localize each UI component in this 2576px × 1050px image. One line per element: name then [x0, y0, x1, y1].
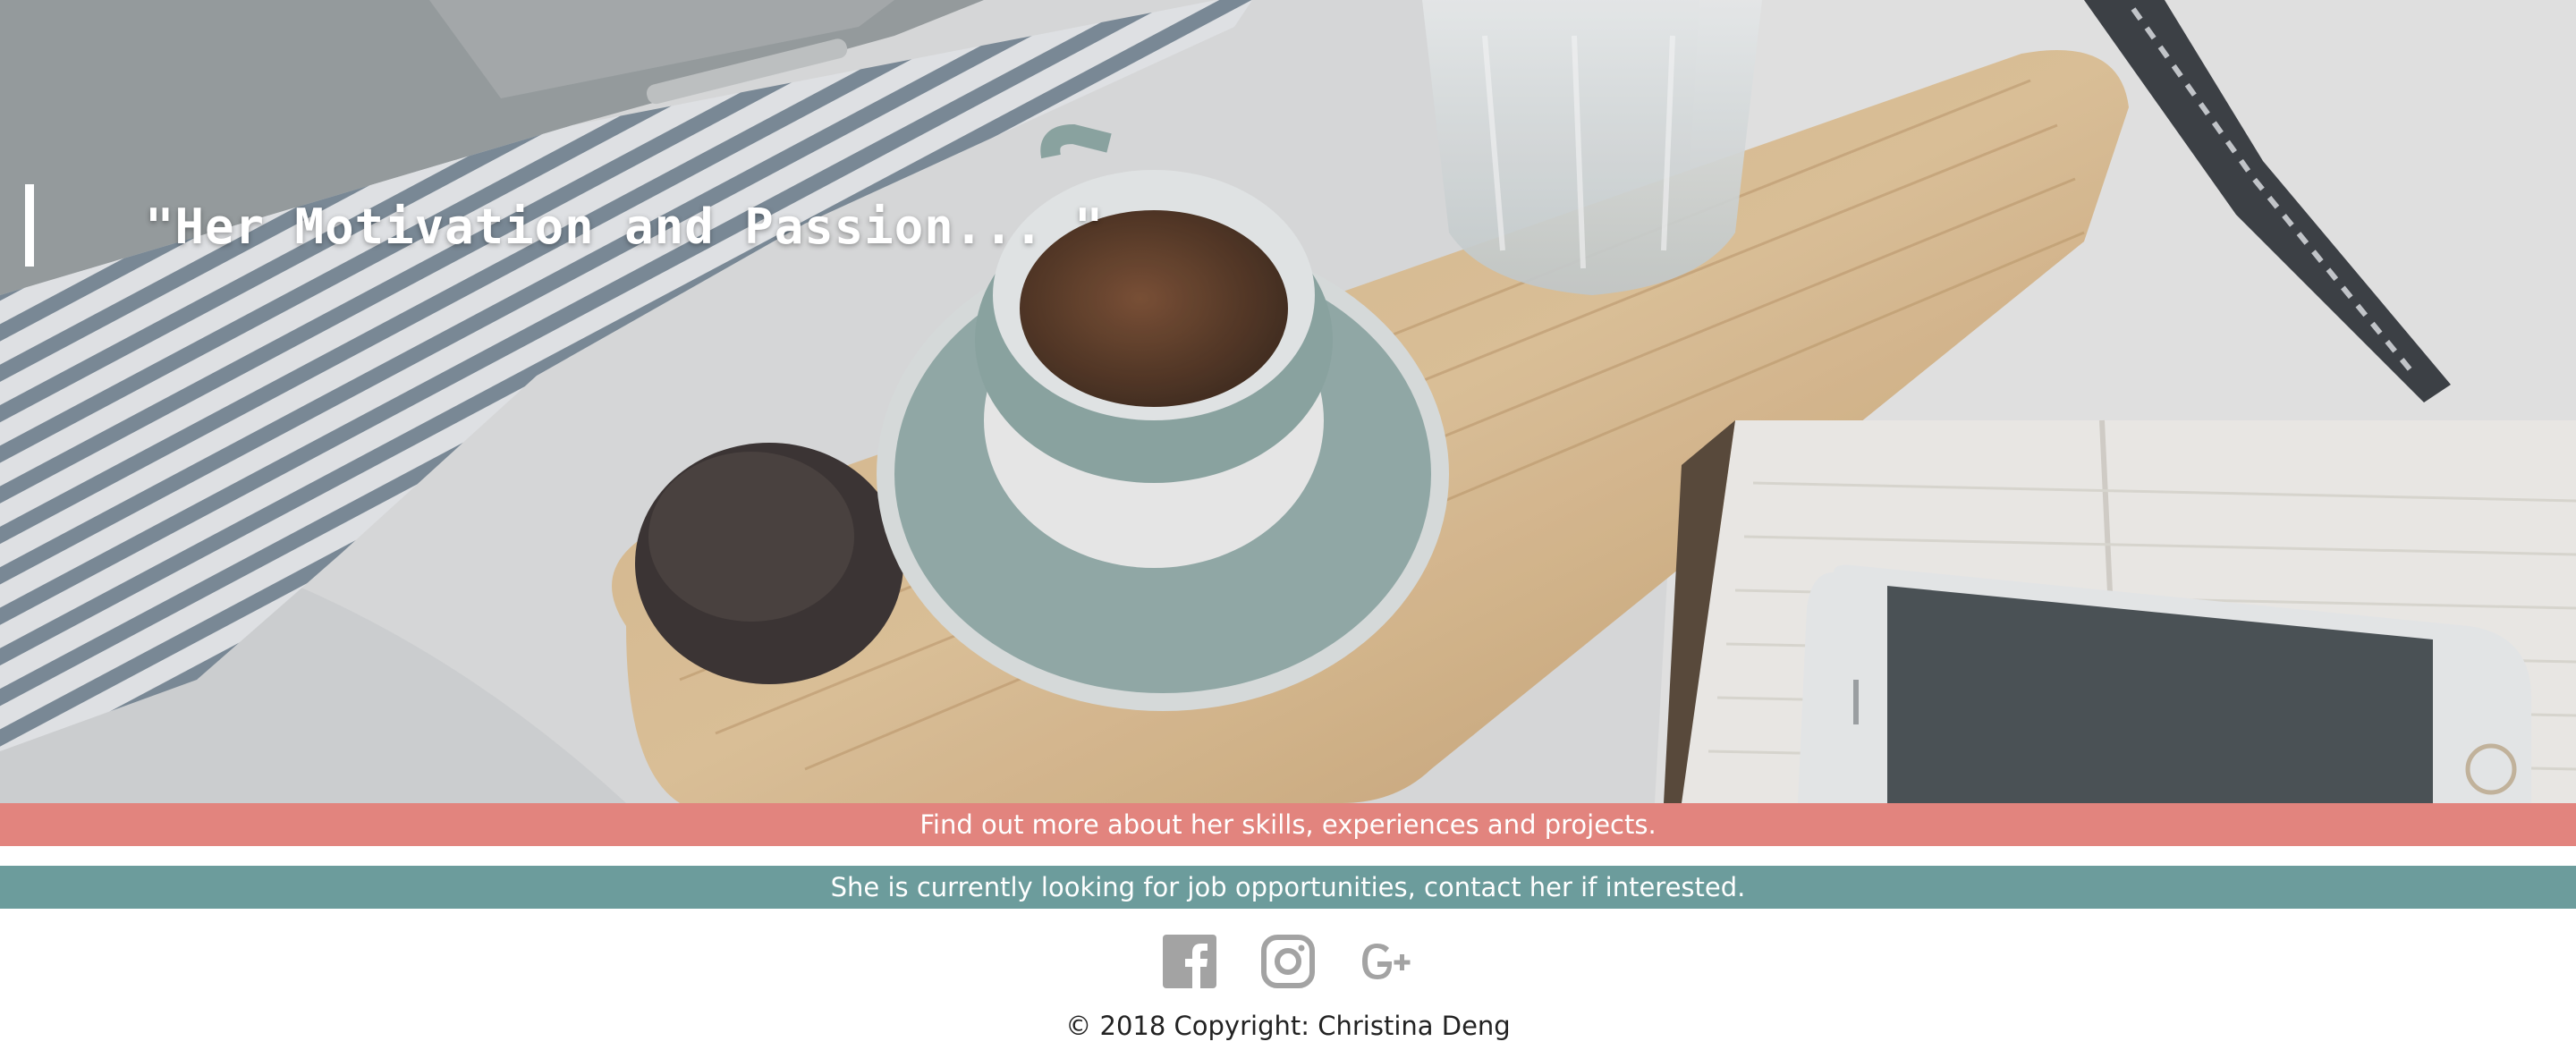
jobs-banner-text[interactable]: She is currently looking for job opportu… — [831, 872, 1746, 902]
skills-banner-text[interactable]: Find out more about her skills, experien… — [919, 809, 1656, 840]
jobs-banner[interactable]: She is currently looking for job opportu… — [0, 866, 2576, 909]
google-plus-icon[interactable] — [1360, 933, 1413, 990]
hero-quote: "Her Motivation and Passion... " — [0, 184, 1103, 267]
hero-section: "Her Motivation and Passion... " — [0, 0, 2576, 803]
copyright-text: © 2018 Copyright: Christina Deng — [1065, 1011, 1511, 1041]
facebook-icon[interactable] — [1163, 933, 1216, 990]
social-links — [0, 933, 2576, 990]
instagram-icon[interactable] — [1261, 933, 1315, 990]
hero-quote-text: "Her Motivation and Passion... " — [145, 199, 1105, 255]
quote-accent-bar — [25, 184, 34, 267]
skills-banner[interactable]: Find out more about her skills, experien… — [0, 803, 2576, 846]
hero-overlay — [0, 0, 2576, 803]
